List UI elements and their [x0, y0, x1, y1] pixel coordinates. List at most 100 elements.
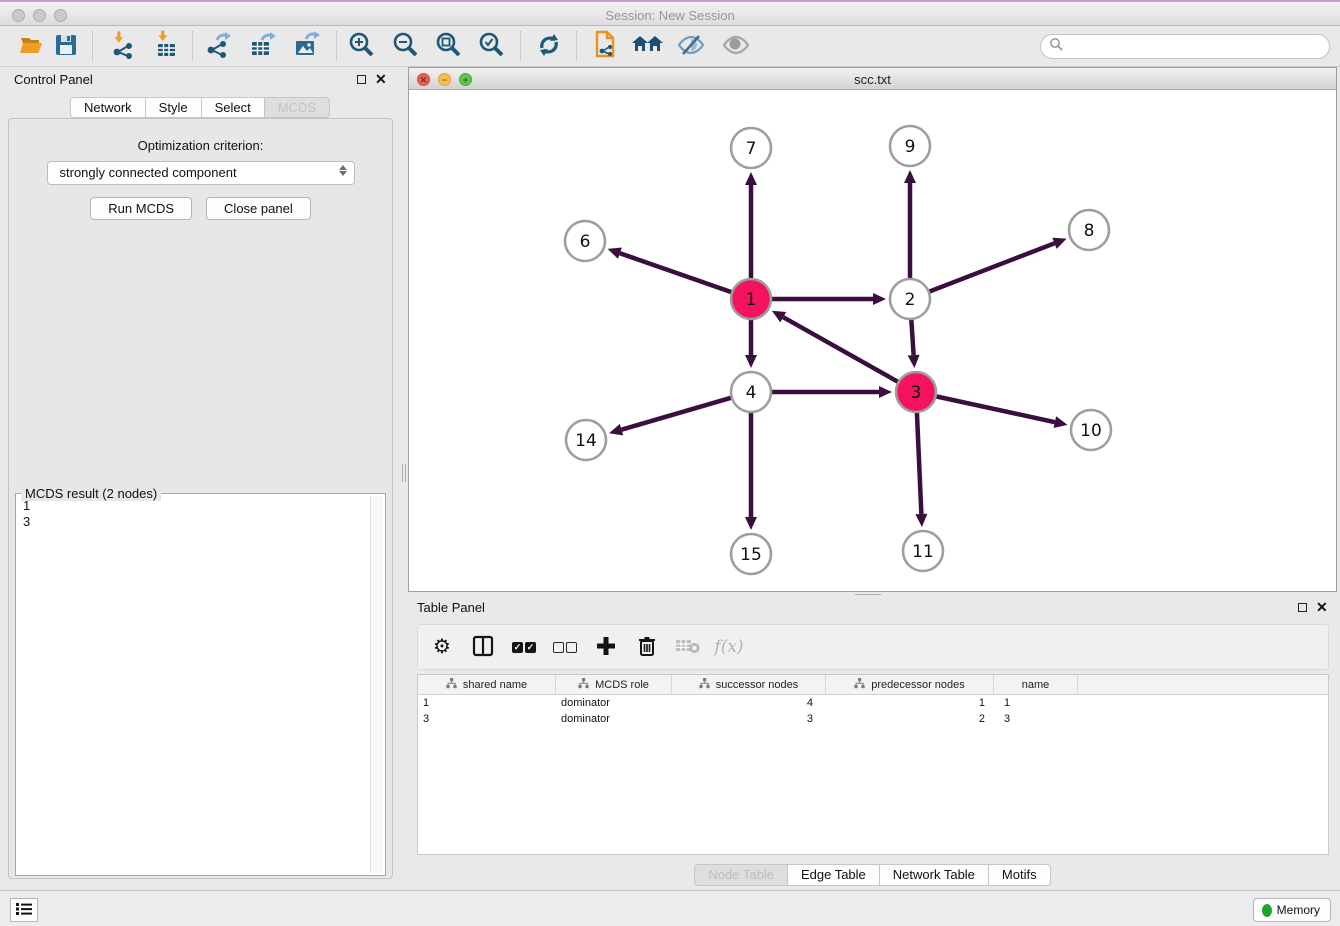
export-image-icon — [291, 30, 321, 63]
close-table-panel-icon[interactable]: ✕ — [1316, 602, 1328, 612]
table-cell[interactable]: 4 — [672, 695, 826, 711]
graph-node-11[interactable]: 11 — [903, 531, 943, 571]
graph-node-9[interactable]: 9 — [890, 126, 930, 166]
close-panel-icon[interactable]: ✕ — [375, 74, 387, 84]
export-network-button[interactable] — [200, 28, 236, 64]
column-header-predecessor-nodes[interactable]: predecessor nodes — [826, 675, 994, 694]
graph-edge-2-8[interactable] — [929, 243, 1055, 291]
graph-edge-arrow-2-9 — [904, 170, 916, 183]
hide-detail-button[interactable] — [673, 28, 709, 64]
zoom-out-button[interactable] — [388, 28, 424, 64]
new-network-from-selection-button[interactable] — [587, 28, 623, 64]
tab-style[interactable]: Style — [146, 97, 202, 118]
result-item[interactable]: 1 — [23, 498, 370, 514]
table-row[interactable]: 3 dominator 3 2 3 — [418, 711, 1328, 727]
graph-edge-2-3[interactable] — [911, 319, 913, 355]
column-header-name[interactable]: name — [994, 675, 1078, 694]
delete-column-button[interactable] — [635, 635, 659, 659]
mcds-result-list[interactable]: 1 3 — [18, 498, 370, 873]
tab-motifs[interactable]: Motifs — [989, 864, 1051, 886]
show-detail-button[interactable] — [718, 28, 754, 64]
table-cell[interactable]: 3 — [672, 711, 826, 727]
export-image-button[interactable] — [288, 28, 324, 64]
tab-edge-table[interactable]: Edge Table — [788, 864, 880, 886]
result-scrollbar[interactable] — [370, 496, 383, 873]
table-row[interactable]: 1 dominator 4 1 1 — [418, 695, 1328, 711]
graph-node-2[interactable]: 2 — [890, 279, 930, 319]
graph-node-3[interactable]: 3 — [896, 372, 936, 412]
graph-node-1[interactable]: 1 — [731, 279, 771, 319]
table-cell[interactable]: 3 — [418, 711, 556, 727]
network-canvas[interactable]: 7 9 6 8 1 2 4 3 14 10 15 11 — [409, 90, 1336, 591]
zoom-in-button[interactable] — [344, 28, 380, 64]
home-button[interactable] — [630, 28, 666, 64]
tab-mcds[interactable]: MCDS — [265, 97, 330, 118]
table-cell[interactable]: dominator — [556, 711, 672, 727]
import-network-button[interactable] — [105, 28, 141, 64]
run-mcds-button[interactable]: Run MCDS — [90, 197, 192, 220]
refresh-button[interactable] — [531, 28, 567, 64]
export-network-icon — [203, 30, 233, 63]
column-header-shared-name[interactable]: shared name — [418, 675, 556, 694]
graph-node-6[interactable]: 6 — [565, 221, 605, 261]
close-panel-button[interactable]: Close panel — [206, 197, 311, 220]
graph-edge-4-14[interactable] — [622, 398, 732, 430]
table-toolbar: ⚙ ✓✓ f(x) — [417, 624, 1329, 670]
zoom-fit-button[interactable] — [431, 28, 467, 64]
zoom-fit-icon — [434, 30, 464, 63]
vertical-splitter[interactable] — [400, 460, 408, 486]
network-window-titlebar[interactable]: ✕ − + scc.txt — [409, 68, 1336, 90]
delete-table-button[interactable] — [676, 635, 700, 659]
table-cell[interactable]: dominator — [556, 695, 672, 711]
memory-button[interactable]: Memory — [1253, 898, 1331, 922]
tab-node-table[interactable]: Node Table — [694, 864, 788, 886]
save-session-button[interactable] — [48, 28, 84, 64]
table-settings-button[interactable]: ⚙ — [430, 635, 454, 659]
float-table-panel-icon[interactable] — [1298, 603, 1307, 612]
graph-edge-3-11[interactable] — [917, 412, 921, 514]
import-table-button[interactable] — [148, 28, 184, 64]
graph-edge-3-1[interactable] — [783, 317, 898, 382]
add-column-button[interactable] — [594, 635, 618, 659]
search-icon — [1049, 37, 1064, 57]
column-header-mcds-role[interactable]: MCDS role — [556, 675, 672, 694]
graph-node-14[interactable]: 14 — [566, 420, 606, 460]
graph-node-8[interactable]: 8 — [1069, 210, 1109, 250]
export-table-icon — [247, 30, 277, 63]
graph-node-10[interactable]: 10 — [1071, 410, 1111, 450]
column-header-successor-nodes[interactable]: successor nodes — [672, 675, 826, 694]
search-field[interactable] — [1040, 34, 1330, 59]
status-bar: Memory — [0, 890, 1340, 926]
select-stepper-icon — [339, 165, 347, 176]
deselect-all-button[interactable] — [553, 635, 577, 659]
graph-node-4[interactable]: 4 — [731, 372, 771, 412]
graph-edge-3-10[interactable] — [936, 396, 1055, 422]
float-panel-icon[interactable] — [357, 75, 366, 84]
graph-node-15[interactable]: 15 — [731, 534, 771, 574]
table-cell[interactable]: 1 — [826, 695, 994, 711]
export-table-button[interactable] — [244, 28, 280, 64]
function-builder-button[interactable]: f(x) — [717, 635, 741, 659]
search-input[interactable] — [1064, 39, 1329, 55]
graph-node-7[interactable]: 7 — [731, 128, 771, 168]
tab-network[interactable]: Network — [70, 97, 146, 118]
table-cell[interactable]: 3 — [994, 711, 1078, 727]
result-item[interactable]: 3 — [23, 514, 370, 530]
list-icon — [16, 902, 32, 919]
table-panel-buttons: ✕ — [1298, 602, 1328, 612]
graph-edge-arrow-1-2 — [873, 293, 886, 305]
open-session-button[interactable] — [14, 28, 50, 64]
table-cell[interactable]: 1 — [994, 695, 1078, 711]
graph-edge-arrow-1-6 — [608, 248, 622, 259]
node-table: shared name MCDS role successor nodes pr… — [417, 674, 1329, 855]
select-all-button[interactable]: ✓✓ — [512, 635, 536, 659]
tab-select[interactable]: Select — [202, 97, 265, 118]
table-cell[interactable]: 1 — [418, 695, 556, 711]
task-history-button[interactable] — [10, 898, 38, 922]
table-cell[interactable]: 2 — [826, 711, 994, 727]
zoom-selected-button[interactable] — [474, 28, 510, 64]
graph-edge-1-6[interactable] — [620, 253, 732, 292]
criterion-select[interactable]: strongly connected component — [47, 161, 355, 185]
show-column-panel-button[interactable] — [471, 635, 495, 659]
tab-network-table[interactable]: Network Table — [880, 864, 989, 886]
